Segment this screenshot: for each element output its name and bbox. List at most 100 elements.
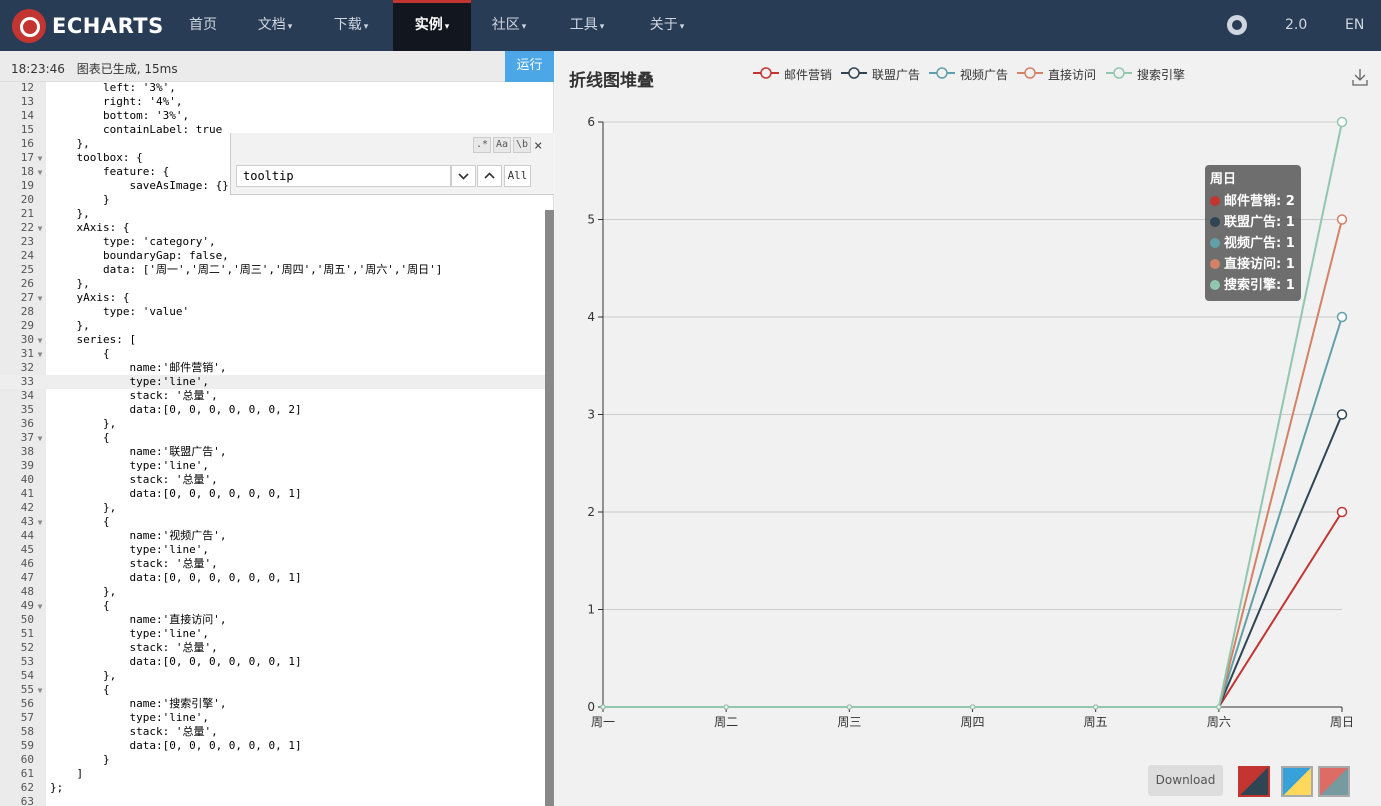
code-line[interactable]: 49 ▼ { bbox=[0, 599, 545, 613]
fold-arrow-icon[interactable]: ▼ bbox=[34, 222, 46, 236]
code-line[interactable]: 54 }, bbox=[0, 669, 545, 683]
code-line[interactable]: 45 type:'line', bbox=[0, 543, 545, 557]
code-line[interactable]: 29 }, bbox=[0, 319, 545, 333]
line-number: 37 bbox=[20, 431, 34, 444]
close-icon[interactable]: × bbox=[534, 138, 542, 154]
data-point[interactable] bbox=[723, 704, 729, 710]
code-line[interactable]: 43 ▼ { bbox=[0, 515, 545, 529]
code-text: bottom: '3%', bbox=[50, 109, 190, 122]
search-input[interactable]: tooltip bbox=[236, 165, 451, 187]
code-line[interactable]: 34 stack: '总量', bbox=[0, 389, 545, 403]
case-toggle[interactable]: Aa bbox=[493, 137, 511, 153]
github-icon[interactable] bbox=[1227, 15, 1247, 35]
word-toggle[interactable]: \b bbox=[513, 137, 531, 153]
find-all-button[interactable]: All bbox=[504, 165, 531, 187]
code-line[interactable]: 38 name:'联盟广告', bbox=[0, 445, 545, 459]
code-line[interactable]: 63 bbox=[0, 795, 545, 806]
code-line[interactable]: 41 data:[0, 0, 0, 0, 0, 0, 1] bbox=[0, 487, 545, 501]
nav-item[interactable]: 首页 bbox=[172, 0, 234, 51]
code-line[interactable]: 42 }, bbox=[0, 501, 545, 515]
code-line[interactable]: 21 }, bbox=[0, 207, 545, 221]
version-link[interactable]: 2.0 bbox=[1285, 0, 1307, 51]
nav-item[interactable]: 实例 ▾ bbox=[393, 0, 471, 51]
nav-item[interactable]: 社区 ▾ bbox=[476, 0, 542, 51]
theme-dark-thumbnail[interactable] bbox=[1318, 766, 1350, 797]
hovered-data-point[interactable] bbox=[1336, 409, 1348, 420]
code-line[interactable]: 25 data: ['周一','周二','周三','周四','周五','周六',… bbox=[0, 263, 545, 277]
fold-arrow-icon[interactable]: ▼ bbox=[34, 152, 46, 166]
legend-symbol-icon bbox=[1106, 67, 1132, 79]
code-line[interactable]: 58 stack: '总量', bbox=[0, 725, 545, 739]
data-point[interactable] bbox=[600, 704, 606, 710]
code-line[interactable]: 53 data:[0, 0, 0, 0, 0, 0, 1] bbox=[0, 655, 545, 669]
theme-light-thumbnail[interactable] bbox=[1281, 766, 1313, 797]
fold-arrow-icon[interactable]: ▼ bbox=[34, 516, 46, 530]
fold-arrow-icon[interactable]: ▼ bbox=[34, 348, 46, 362]
logo-icon bbox=[12, 9, 46, 43]
hovered-data-point[interactable] bbox=[1336, 506, 1348, 518]
code-line[interactable]: 26 }, bbox=[0, 277, 545, 291]
hovered-data-point[interactable] bbox=[1336, 116, 1348, 128]
code-line[interactable]: 60 } bbox=[0, 753, 545, 767]
code-line[interactable]: 46 stack: '总量', bbox=[0, 557, 545, 571]
fold-arrow-icon[interactable]: ▼ bbox=[34, 432, 46, 446]
download-icon[interactable] bbox=[1352, 68, 1368, 86]
fold-arrow-icon[interactable]: ▼ bbox=[34, 292, 46, 306]
download-button[interactable]: Download bbox=[1148, 765, 1223, 796]
code-line[interactable]: 52 stack: '总量', bbox=[0, 641, 545, 655]
nav-item[interactable]: 下载 ▾ bbox=[320, 0, 382, 51]
code-line[interactable]: 23 type: 'category', bbox=[0, 235, 545, 249]
find-prev-button[interactable] bbox=[477, 165, 502, 187]
code-line[interactable]: 55 ▼ { bbox=[0, 683, 545, 697]
code-line[interactable]: 51 type:'line', bbox=[0, 627, 545, 641]
code-line[interactable]: 27 ▼ yAxis: { bbox=[0, 291, 545, 305]
fold-arrow-icon[interactable]: ▼ bbox=[34, 684, 46, 698]
hovered-data-point[interactable] bbox=[1336, 311, 1348, 323]
top-nav: ECHARTS 首页 文档 ▾ 下载 ▾ 实例 ▾ 社区 ▾ 工具 ▾ 关于 ▾ 2.0 EN bbox=[0, 0, 1381, 51]
data-point[interactable] bbox=[846, 704, 852, 710]
fold-arrow-icon[interactable]: ▼ bbox=[34, 334, 46, 348]
code-line[interactable]: 40 stack: '总量', bbox=[0, 473, 545, 487]
editor-scrollbar[interactable] bbox=[545, 210, 554, 806]
code-line[interactable]: 47 data:[0, 0, 0, 0, 0, 0, 1] bbox=[0, 571, 545, 585]
fold-arrow-icon[interactable]: ▼ bbox=[34, 166, 46, 180]
nav-item[interactable]: 工具 ▾ bbox=[553, 0, 621, 51]
code-line[interactable]: 61 ] bbox=[0, 767, 545, 781]
code-line[interactable]: 28 type: 'value' bbox=[0, 305, 545, 319]
nav-item[interactable]: 文档 ▾ bbox=[244, 0, 306, 51]
regex-toggle[interactable]: .* bbox=[473, 137, 491, 153]
echarts-logo[interactable]: ECHARTS bbox=[12, 8, 164, 44]
code-line[interactable]: 62}; bbox=[0, 781, 545, 795]
lang-switch[interactable]: EN bbox=[1345, 0, 1364, 51]
code-line[interactable]: 44 name:'视频广告', bbox=[0, 529, 545, 543]
code-line[interactable]: 12 left: '3%', bbox=[0, 82, 545, 95]
code-line[interactable]: 48 }, bbox=[0, 585, 545, 599]
find-next-button[interactable] bbox=[451, 165, 476, 187]
theme-default-thumbnail[interactable] bbox=[1238, 766, 1270, 797]
code-line[interactable]: 14 bottom: '3%', bbox=[0, 109, 545, 123]
code-line[interactable]: 20 } bbox=[0, 193, 545, 207]
code-line[interactable]: 59 data:[0, 0, 0, 0, 0, 0, 1] bbox=[0, 739, 545, 753]
code-line[interactable]: 50 name:'直接访问', bbox=[0, 613, 545, 627]
fold-arrow-icon[interactable]: ▼ bbox=[34, 600, 46, 614]
code-line[interactable]: 33 type:'line', bbox=[0, 375, 545, 389]
logo-text: ECHARTS bbox=[52, 14, 164, 38]
code-line[interactable]: 31 ▼ { bbox=[0, 347, 545, 361]
code-line[interactable]: 35 data:[0, 0, 0, 0, 0, 0, 2] bbox=[0, 403, 545, 417]
data-point[interactable] bbox=[1093, 704, 1099, 710]
code-line[interactable]: 13 right: '4%', bbox=[0, 95, 545, 109]
code-line[interactable]: 22 ▼ xAxis: { bbox=[0, 221, 545, 235]
code-line[interactable]: 24 boundaryGap: false, bbox=[0, 249, 545, 263]
code-line[interactable]: 57 type:'line', bbox=[0, 711, 545, 725]
code-line[interactable]: 36 }, bbox=[0, 417, 545, 431]
code-line[interactable]: 39 type:'line', bbox=[0, 459, 545, 473]
hovered-data-point[interactable] bbox=[1336, 214, 1348, 225]
nav-item[interactable]: 关于 ▾ bbox=[631, 0, 703, 51]
code-line[interactable]: 56 name:'搜索引擎', bbox=[0, 697, 545, 711]
run-button[interactable]: 运行 bbox=[505, 51, 554, 82]
data-point[interactable] bbox=[1216, 704, 1222, 710]
data-point[interactable] bbox=[970, 704, 975, 710]
code-line[interactable]: 37 ▼ { bbox=[0, 431, 545, 445]
code-line[interactable]: 30 ▼ series: [ bbox=[0, 333, 545, 347]
code-line[interactable]: 32 name:'邮件营销', bbox=[0, 361, 545, 375]
